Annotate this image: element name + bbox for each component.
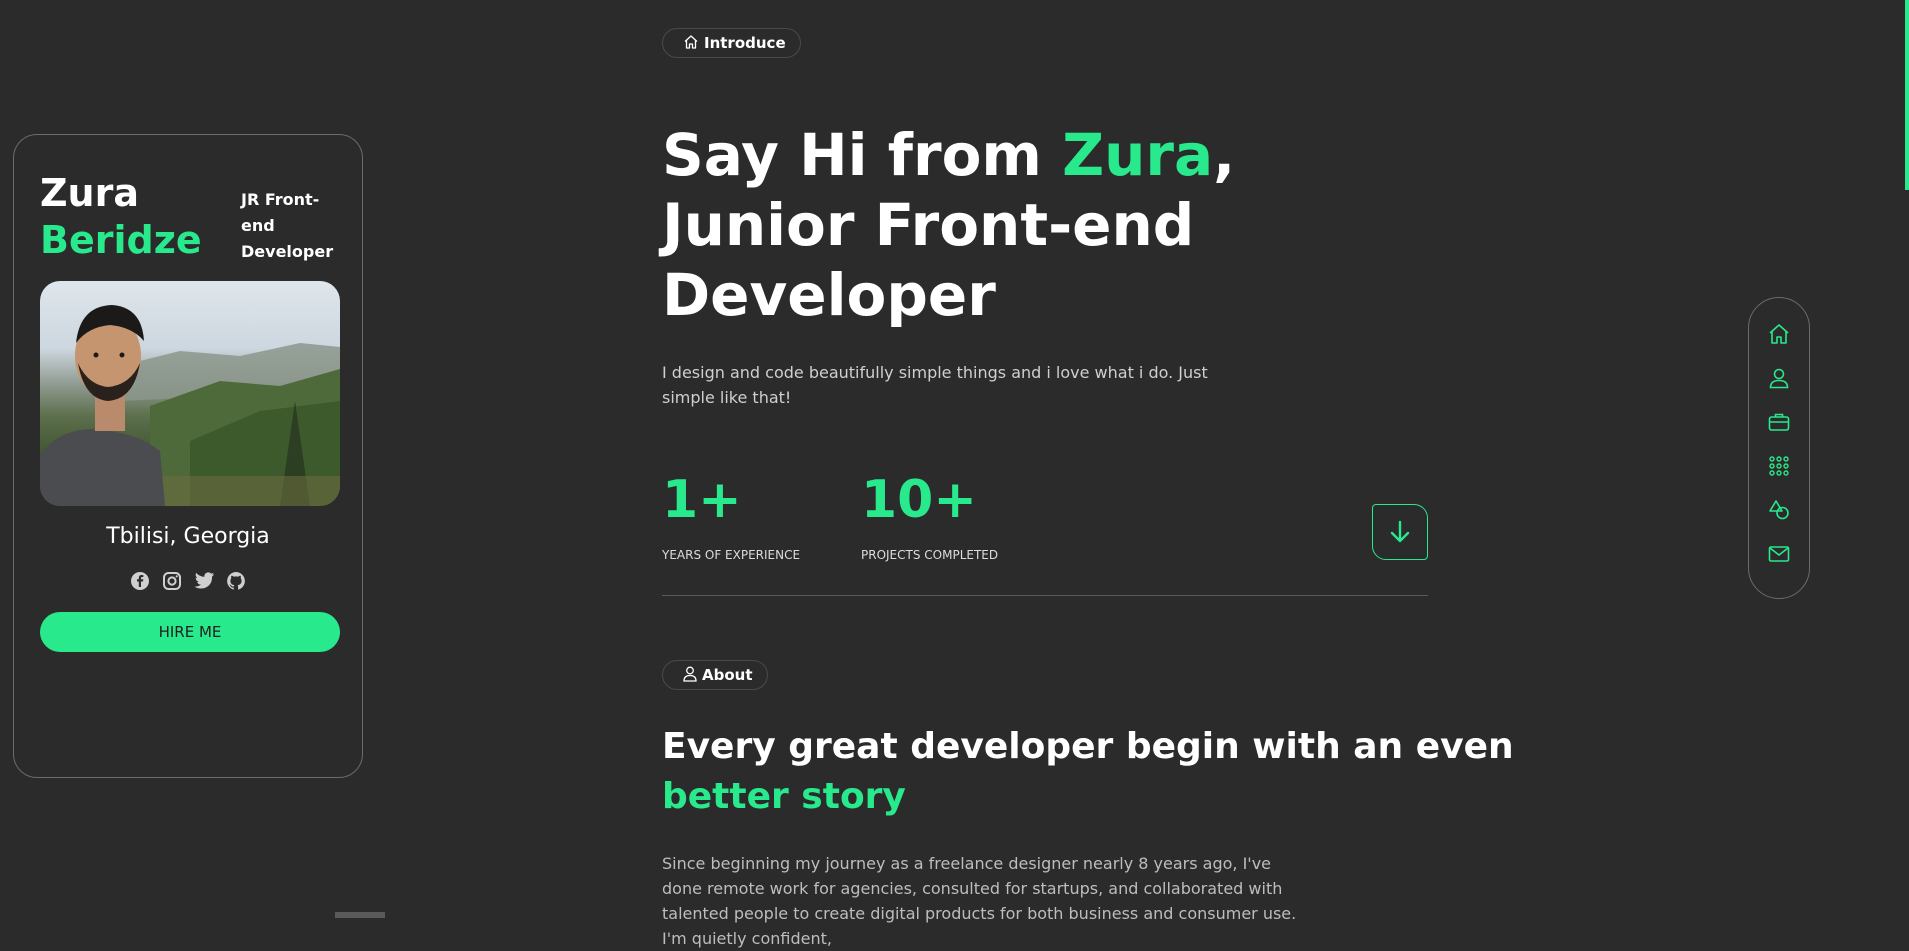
last-name: Beridze	[40, 218, 202, 262]
grid-icon[interactable]	[1767, 454, 1791, 478]
profile-role: JR Front-end Developer	[241, 190, 334, 261]
about-title-line2: better story	[662, 776, 906, 817]
stat-projects-value: 10+	[861, 470, 977, 530]
hero-title: Say Hi from Zura, Junior Front-end Devel…	[662, 120, 1235, 330]
section-divider	[662, 595, 1428, 596]
facebook-icon[interactable]	[129, 570, 151, 592]
about-text: Since beginning my journey as a freelanc…	[662, 854, 1297, 948]
vertical-scrollbar[interactable]	[1905, 0, 1909, 190]
shapes-icon[interactable]	[1767, 498, 1791, 522]
home-icon[interactable]	[1767, 322, 1791, 346]
profile-photo	[40, 281, 340, 506]
hero-title-line2: Junior Front-end	[662, 191, 1195, 259]
stat-experience-label: YEARS OF EXPERIENCE	[662, 548, 801, 562]
twitter-icon[interactable]	[193, 570, 215, 592]
user-icon	[683, 666, 697, 682]
horizontal-scrollbar[interactable]	[335, 912, 385, 918]
mail-icon[interactable]	[1767, 542, 1791, 566]
hero-title-comma: ,	[1213, 121, 1236, 189]
hire-me-button[interactable]: HIRE ME	[40, 612, 340, 652]
hero-description: I design and code beautifully simple thi…	[662, 363, 1208, 407]
social-links	[14, 570, 362, 592]
about-title: Every great developer begin with an even…	[662, 722, 1514, 822]
location: Tbilisi, Georgia	[106, 524, 270, 549]
profile-name: Zura Beridze	[40, 170, 202, 264]
introduce-label: Introduce	[704, 34, 786, 52]
stat-projects-label: PROJECTS COMPLETED	[861, 548, 999, 562]
hero-title-line3: Developer	[662, 261, 996, 329]
briefcase-icon[interactable]	[1767, 410, 1791, 434]
instagram-icon[interactable]	[161, 570, 183, 592]
home-icon	[684, 34, 698, 49]
profile-card: Zura Beridze JR Front-end Developer Tbil…	[13, 134, 363, 778]
download-button[interactable]	[1372, 504, 1428, 560]
user-icon[interactable]	[1767, 366, 1791, 390]
about-badge: About	[662, 660, 768, 690]
stat-experience-value: 1+	[662, 470, 742, 530]
hero-title-prefix: Say Hi from	[662, 121, 1063, 189]
first-name: Zura	[40, 171, 139, 215]
arrow-down-icon	[1390, 520, 1410, 543]
introduce-badge: Introduce	[662, 28, 801, 58]
github-icon[interactable]	[225, 570, 247, 592]
hero-title-name: Zura	[1062, 121, 1214, 189]
about-title-line1: Every great developer begin with an even	[662, 726, 1514, 767]
about-label: About	[702, 666, 753, 684]
side-navigation	[1748, 297, 1810, 599]
